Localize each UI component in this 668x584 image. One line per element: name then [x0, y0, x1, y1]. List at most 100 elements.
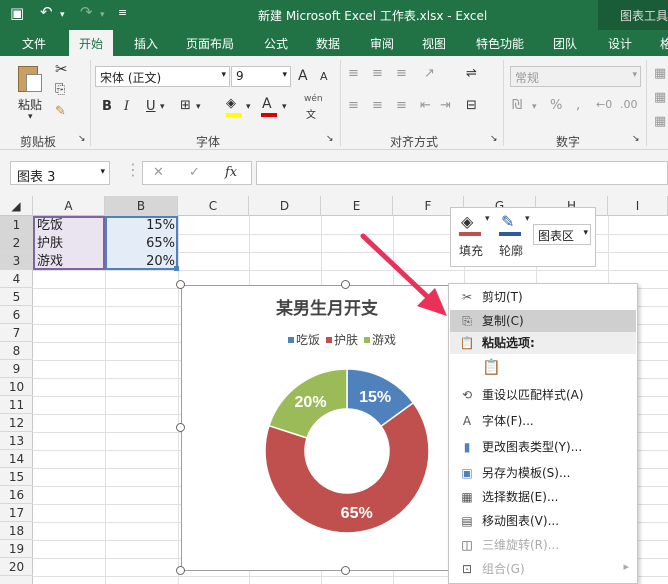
context-menu-item[interactable]: ▦ 选择数据(E)... — [450, 486, 636, 508]
wrap-text-icon[interactable]: ⇌ — [466, 66, 477, 81]
row-header[interactable]: 4 — [0, 270, 33, 288]
tab-features[interactable]: 特色功能 — [476, 35, 524, 52]
data-label[interactable]: 20% — [295, 394, 327, 411]
row-header[interactable]: 10 — [0, 378, 33, 396]
context-menu-item[interactable]: ▤ 移动图表(V)... — [450, 510, 636, 532]
column-header[interactable]: B — [105, 196, 178, 216]
merge-center-icon[interactable]: ⊟ — [466, 98, 477, 113]
outline-pen-icon[interactable]: ✎ — [501, 212, 514, 231]
context-menu-item[interactable]: ⊡ 组合(G) — [450, 558, 636, 580]
undo-dropdown-icon[interactable]: ▾ — [60, 10, 65, 20]
align-right-icon[interactable]: ≡ — [396, 98, 407, 113]
context-menu-item[interactable]: 📋 — [450, 356, 636, 382]
tab-design[interactable]: 设计 — [608, 35, 632, 52]
paste-option-icon[interactable]: 📋 — [482, 356, 501, 378]
grow-font-icon[interactable]: A — [298, 68, 308, 84]
increase-decimal-icon[interactable]: ←0 — [596, 98, 612, 111]
fill-dropdown-icon[interactable]: ▾ — [246, 102, 251, 112]
border-dropdown-icon[interactable]: ▾ — [196, 102, 201, 112]
column-header[interactable]: A — [33, 196, 105, 216]
tab-view[interactable]: 视图 — [422, 35, 446, 52]
row-header[interactable]: 2 — [0, 234, 33, 252]
italic-button[interactable]: I — [124, 99, 129, 114]
phonetic-icon[interactable]: wén — [304, 94, 323, 104]
context-menu-item[interactable]: ⟲ 重设以匹配样式(A) — [450, 384, 636, 406]
align-middle-icon[interactable]: ≡ — [372, 66, 383, 81]
insert-function-icon[interactable]: fx — [225, 165, 237, 180]
number-format-select[interactable]: 常规 ▾ — [510, 66, 641, 87]
save-icon[interactable]: ▣ — [10, 4, 24, 22]
enter-icon[interactable]: ✓ — [189, 165, 200, 180]
shrink-font-icon[interactable]: A — [320, 70, 328, 83]
paste-dropdown-icon[interactable]: ▾ — [28, 112, 33, 122]
underline-button[interactable]: U — [146, 99, 156, 114]
font-name-select[interactable]: 宋体 (正文) ▾ — [95, 66, 230, 87]
undo-icon[interactable]: ↶ — [40, 3, 53, 21]
row-header[interactable]: 20 — [0, 558, 33, 576]
copy-icon[interactable]: ⎘ — [55, 82, 65, 97]
fill-color-icon[interactable]: ◈ — [226, 96, 236, 111]
column-header[interactable]: C — [178, 196, 249, 216]
cell-a3[interactable]: 游戏 — [37, 253, 63, 271]
donut-chart[interactable]: 15% 65% 20% — [182, 286, 472, 572]
cell-a2[interactable]: 护肤 — [37, 235, 63, 253]
row-header[interactable]: 1 — [0, 216, 33, 234]
tab-team[interactable]: 团队 — [553, 35, 577, 52]
formula-input[interactable] — [256, 161, 668, 185]
resize-handle[interactable] — [341, 566, 350, 575]
row-header[interactable]: 18 — [0, 522, 33, 540]
cut-icon[interactable]: ✂ — [55, 60, 68, 78]
table-format-icon[interactable]: ▦ — [654, 90, 666, 105]
row-header[interactable]: 9 — [0, 360, 33, 378]
data-label[interactable]: 15% — [359, 389, 391, 406]
context-menu-item[interactable]: ◫ 三维旋转(R)... — [450, 534, 636, 556]
font-color-icon[interactable]: A — [262, 96, 272, 112]
conditional-format-icon[interactable]: ▦ — [654, 66, 666, 81]
currency-dropdown-icon[interactable]: ▾ — [532, 102, 537, 112]
tab-format[interactable]: 格 — [660, 35, 668, 52]
paste-icon[interactable] — [14, 64, 44, 94]
align-center-icon[interactable]: ≡ — [372, 98, 383, 113]
font-launcher-icon[interactable]: ↘ — [326, 134, 334, 144]
resize-handle[interactable] — [176, 423, 185, 432]
context-menu-item[interactable]: ▣ 另存为模板(S)... — [450, 462, 636, 484]
row-header[interactable]: 14 — [0, 450, 33, 468]
row-header[interactable]: 8 — [0, 342, 33, 360]
decrease-decimal-icon[interactable]: .00 — [620, 98, 638, 111]
row-header[interactable]: 13 — [0, 432, 33, 450]
tab-data[interactable]: 数据 — [316, 35, 340, 52]
redo-dropdown-icon[interactable]: ▾ — [100, 10, 105, 20]
increase-indent-icon[interactable]: ⇥ — [440, 98, 451, 113]
tab-insert[interactable]: 插入 — [134, 35, 158, 52]
select-all-corner[interactable]: ◢ — [0, 196, 33, 216]
currency-icon[interactable]: ₪ — [512, 98, 522, 113]
resize-handle[interactable] — [176, 280, 185, 289]
cell-b1[interactable]: 15% — [105, 217, 175, 235]
bold-button[interactable]: B — [102, 99, 112, 114]
cell-b2[interactable]: 65% — [105, 235, 175, 253]
paste-button[interactable]: 粘贴 — [18, 96, 42, 113]
number-launcher-icon[interactable]: ↘ — [632, 134, 640, 144]
comma-style-icon[interactable]: , — [576, 98, 580, 113]
column-header[interactable]: E — [321, 196, 393, 216]
cancel-icon[interactable]: ✕ — [153, 165, 164, 180]
font-size-select[interactable]: 9 ▾ — [231, 66, 291, 87]
cell-styles-icon[interactable]: ▦ — [654, 114, 666, 129]
tab-home[interactable]: 开始 — [69, 30, 114, 56]
fill-button[interactable]: 填充 — [459, 242, 483, 259]
data-label[interactable]: 65% — [341, 505, 373, 522]
customize-qat-icon[interactable]: ≡ — [118, 6, 127, 19]
row-header[interactable]: 16 — [0, 486, 33, 504]
context-menu-item[interactable]: ▮ 更改图表类型(Y)... — [450, 436, 636, 458]
name-box[interactable]: 图表 3 ▾ — [10, 161, 110, 185]
tab-file[interactable]: 文件 — [22, 35, 46, 52]
column-header[interactable]: I — [608, 196, 668, 216]
align-top-icon[interactable]: ≡ — [348, 66, 359, 81]
outline-dropdown-icon[interactable]: ▾ — [525, 214, 530, 224]
orientation-icon[interactable]: ↗ — [424, 66, 435, 81]
context-menu-item[interactable]: A 字体(F)... — [450, 410, 636, 432]
tab-formulas[interactable]: 公式 — [264, 35, 288, 52]
chart-area[interactable]: 某男生月开支 吃饭 护肤 游戏 15% 65% 20% — [181, 285, 471, 571]
row-header[interactable]: 11 — [0, 396, 33, 414]
align-left-icon[interactable]: ≡ — [348, 98, 359, 113]
